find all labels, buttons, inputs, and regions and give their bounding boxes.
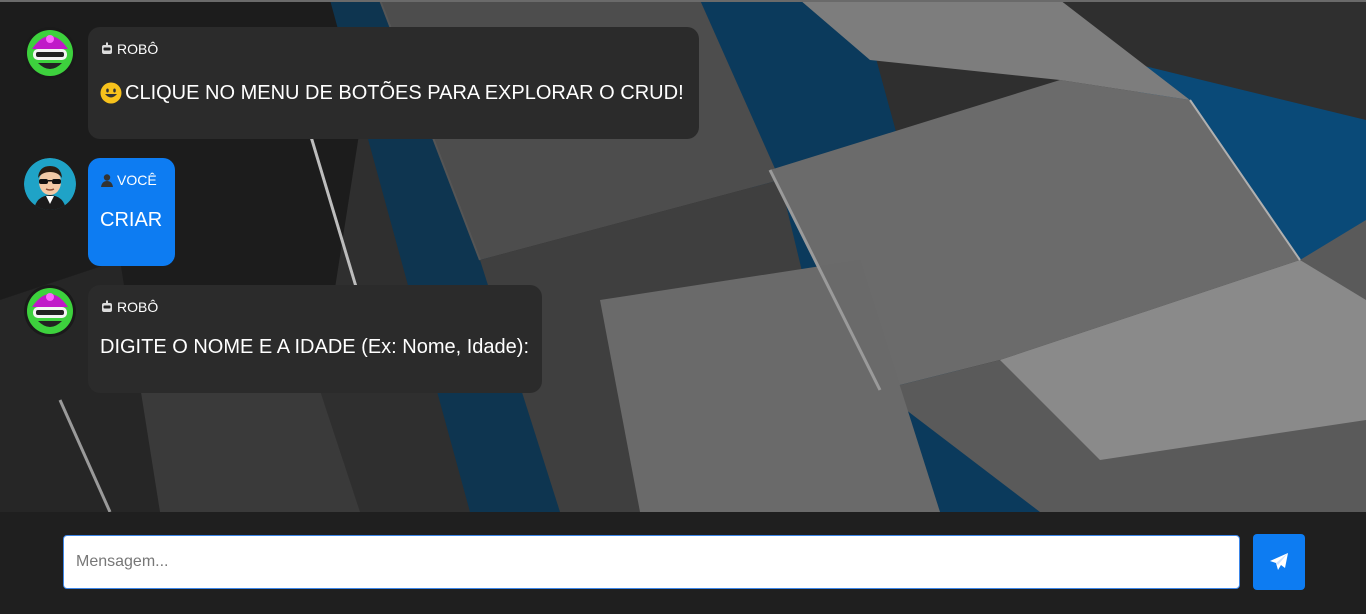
robot-avatar-icon	[24, 285, 76, 337]
bot-message-bubble: ROBÔ DIGITE O NOME E A IDADE (Ex: Nome, …	[88, 285, 542, 393]
robot-icon	[102, 300, 112, 312]
message-text-row: CRIAR	[100, 208, 163, 232]
bot-message-bubble: ROBÔ CLIQUE NO MENU DE BOTÕES PARA EXPLO…	[88, 27, 699, 139]
user-message-bubble: VOCÊ CRIAR	[88, 158, 175, 266]
sender-label: VOCÊ	[100, 172, 163, 188]
message-bot: ROBÔ CLIQUE NO MENU DE BOTÕES PARA EXPLO…	[24, 27, 699, 139]
message-user: VOCÊ CRIAR	[24, 158, 175, 266]
sender-name: ROBÔ	[117, 41, 159, 57]
user-avatar	[24, 158, 76, 210]
robot-icon	[102, 42, 112, 54]
sender-name: ROBÔ	[117, 299, 159, 315]
robot-avatar-icon	[24, 27, 76, 79]
sender-label: ROBÔ	[100, 41, 687, 57]
sender-label: ROBÔ	[100, 299, 530, 315]
message-text: CLIQUE NO MENU DE BOTÕES PARA EXPLORAR O…	[125, 82, 684, 104]
message-text: DIGITE O NOME E A IDADE (Ex: Nome, Idade…	[100, 336, 530, 358]
bot-avatar	[24, 285, 76, 337]
message-text-row: CLIQUE NO MENU DE BOTÕES PARA EXPLORAR O…	[100, 81, 687, 105]
person-icon	[101, 174, 113, 187]
person-avatar-icon	[24, 158, 76, 210]
chat-area: ROBÔ CLIQUE NO MENU DE BOTÕES PARA EXPLO…	[0, 0, 1366, 512]
sender-name: VOCÊ	[117, 172, 157, 188]
message-text: CRIAR	[100, 209, 163, 231]
message-input[interactable]	[63, 535, 1240, 589]
bot-avatar	[24, 27, 76, 79]
composer-bar	[0, 512, 1366, 614]
chat-app: ROBÔ CLIQUE NO MENU DE BOTÕES PARA EXPLO…	[0, 0, 1366, 614]
paper-plane-icon	[1270, 553, 1288, 570]
send-button[interactable]	[1253, 534, 1305, 590]
message-bot: ROBÔ DIGITE O NOME E A IDADE (Ex: Nome, …	[24, 285, 542, 393]
message-text-row: DIGITE O NOME E A IDADE (Ex: Nome, Idade…	[100, 335, 530, 359]
smiley-icon	[100, 82, 122, 104]
